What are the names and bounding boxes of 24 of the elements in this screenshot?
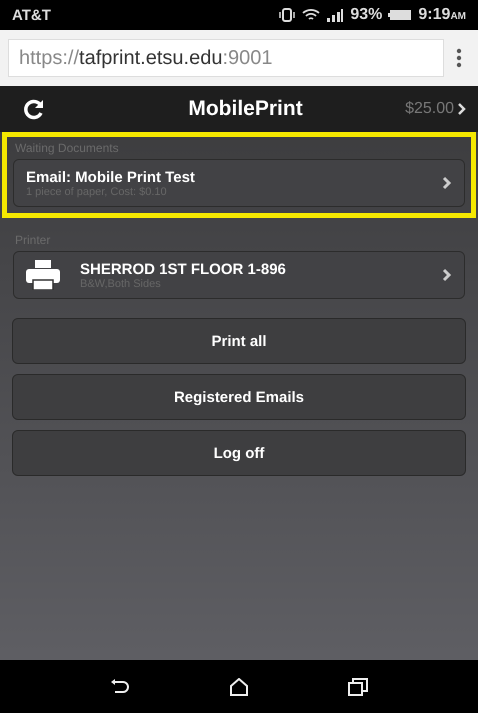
chevron-icon	[442, 176, 452, 190]
clock: 9:19AM	[418, 6, 466, 24]
address-bar[interactable]: https://tafprint.etsu.edu:9001	[8, 39, 444, 77]
item-title: SHERROD 1ST FLOOR 1-896	[80, 260, 287, 278]
chevron-icon[interactable]	[458, 103, 466, 115]
action-button[interactable]: Print all	[12, 318, 466, 364]
back-icon[interactable]	[110, 678, 130, 694]
balance-link[interactable]: $25.00	[405, 100, 454, 118]
menu-icon[interactable]	[456, 48, 462, 68]
action-button[interactable]: Registered Emails	[12, 374, 466, 420]
refresh-icon[interactable]	[22, 97, 46, 121]
battery-icon	[388, 9, 412, 21]
item-title: Email: Mobile Print Test	[26, 168, 196, 186]
signal-icon	[326, 8, 344, 22]
battery-percent: 93%	[350, 6, 382, 24]
action-button[interactable]: Log off	[12, 430, 466, 476]
carrier-name: AT&T	[12, 6, 51, 24]
wifi-icon	[302, 8, 320, 22]
app-title: MobilePrint	[187, 97, 304, 121]
vibrate-icon	[278, 8, 296, 22]
printer-icon	[26, 260, 60, 290]
recent-apps-icon[interactable]	[348, 678, 368, 696]
home-icon[interactable]	[228, 678, 249, 696]
chevron-icon	[442, 268, 452, 282]
